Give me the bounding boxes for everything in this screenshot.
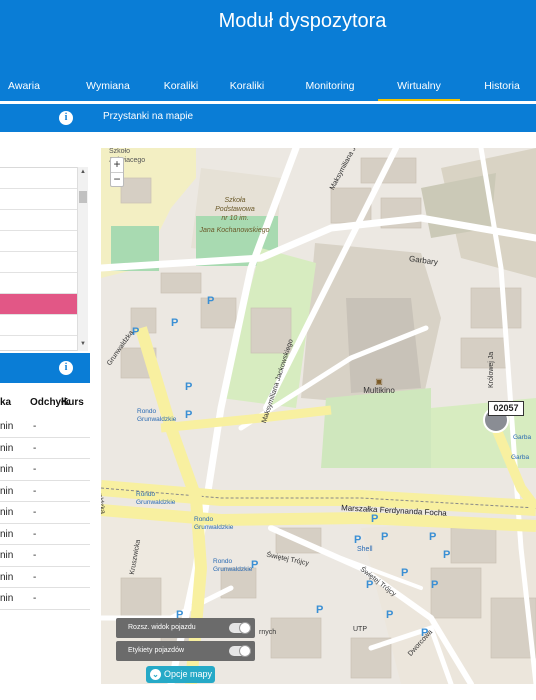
tab-koraliki-2[interactable]: Koraliki — [219, 73, 275, 101]
table-row[interactable]: nin - — [0, 545, 90, 567]
map[interactable]: PPP PPP PPP PPP PPP PPP Szkoło Jyświaceg… — [101, 148, 536, 684]
deviation-cell: - — [33, 442, 37, 454]
zoom-control: + − — [110, 157, 124, 187]
list-item[interactable] — [0, 315, 87, 336]
tab-koraliki-1[interactable]: Koraliki — [153, 73, 209, 101]
tab-awaria[interactable]: Awaria — [0, 73, 48, 101]
table-row[interactable]: nin - — [0, 502, 90, 524]
list-item[interactable] — [0, 210, 87, 231]
svg-text:P: P — [431, 579, 438, 591]
info-icon[interactable]: i — [59, 111, 73, 125]
app-header: Moduł dyspozytora — [0, 0, 536, 73]
list-item[interactable] — [0, 252, 87, 273]
svg-text:P: P — [401, 567, 408, 579]
table-row[interactable]: nin - — [0, 567, 90, 588]
deviation-cell: - — [33, 421, 37, 432]
tab-wymiana[interactable]: Wymiana — [78, 73, 138, 101]
list-item[interactable] — [0, 231, 87, 252]
deviation-cell: - — [33, 528, 37, 540]
time-cell: nin — [0, 485, 14, 497]
stop-label: Garba — [513, 434, 532, 441]
tab-historia[interactable]: Historia — [474, 73, 530, 101]
left-panel: ▲ ▼ i ka Odchyłk Kurs nin - nin - nin - nin - ni… — [0, 132, 94, 700]
stop-label: Garba — [511, 454, 530, 461]
page-title: Moduł dyspozytora — [218, 10, 387, 32]
list-item[interactable] — [0, 273, 87, 294]
time-cell: nin — [0, 593, 14, 604]
zoom-out-button[interactable]: − — [111, 172, 123, 186]
deviation-cell: - — [33, 485, 37, 497]
time-cell: nin — [0, 507, 14, 518]
table-row[interactable]: nin - — [0, 524, 90, 545]
cinema-icon: ▣ — [375, 377, 383, 386]
control-label: Rozsz. widok pojazdu — [128, 624, 196, 631]
svg-text:P: P — [354, 534, 361, 546]
time-cell: nin — [0, 528, 14, 540]
control-label: Etykiety pojazdów — [128, 647, 185, 654]
tab-wirtualny[interactable]: Wirtualny — [378, 73, 460, 101]
svg-text:P: P — [429, 531, 436, 543]
svg-text:P: P — [171, 317, 178, 329]
svg-text:P: P — [381, 531, 388, 543]
tab-monitoring[interactable]: Monitoring — [296, 73, 364, 101]
vehicle-labels-toggle[interactable] — [229, 645, 251, 657]
deviation-cell: - — [33, 571, 37, 583]
main-nav: Awaria Wymiana Koraliki Koraliki Monitor… — [0, 73, 536, 101]
table-row[interactable]: nin - — [0, 459, 90, 481]
table-row[interactable]: nin - — [0, 438, 90, 459]
stop-label: Rondo Grunwaldzkie — [194, 516, 234, 531]
info-icon[interactable]: i — [59, 361, 73, 375]
sub-header: i Przystanki na mapie — [0, 104, 536, 132]
table-row[interactable]: nin - — [0, 416, 90, 438]
stop-label: Rondo Grunwaldzkie — [213, 558, 253, 573]
poi-cinema: ▣ Multikino — [361, 377, 397, 395]
map-label: Szkoło — [109, 148, 131, 155]
time-cell: nin — [0, 421, 14, 432]
extended-view-toggle[interactable] — [229, 622, 251, 634]
stop-list[interactable] — [0, 167, 88, 351]
time-cell: nin — [0, 571, 14, 583]
section-title: Przystanki na mapie — [103, 111, 194, 122]
svg-text:P: P — [185, 381, 192, 393]
table-row[interactable]: nin - — [0, 588, 90, 610]
street-label: Królowej Ja — [488, 351, 495, 388]
table-row[interactable]: nin - — [0, 481, 90, 502]
deviation-cell: - — [33, 593, 37, 604]
column-header[interactable]: Kurs — [61, 397, 84, 408]
scroll-thumb[interactable] — [79, 191, 87, 203]
time-cell: nin — [0, 442, 14, 454]
map-options-button[interactable]: ⌄ Opcje mapy — [146, 666, 215, 683]
list-scrollbar[interactable]: ▲ ▼ — [77, 167, 88, 351]
zoom-in-button[interactable]: + — [111, 158, 123, 172]
poi-label: Shell — [357, 546, 373, 553]
chevron-down-icon: ⌄ — [150, 669, 161, 680]
svg-text:P: P — [386, 609, 393, 621]
map-label: Szkoła Podstawowa nr 10 im. — [215, 197, 255, 222]
list-item-selected[interactable] — [0, 294, 87, 315]
stop-label: Rondo Grunwaldzkie — [137, 408, 177, 423]
svg-text:P: P — [207, 295, 214, 307]
vehicles-header: i — [0, 353, 90, 383]
vehicle-labels-control: Etykiety pojazdów — [116, 641, 255, 661]
deviation-cell: - — [33, 464, 37, 475]
svg-text:P: P — [185, 409, 192, 421]
svg-text:P: P — [443, 549, 450, 561]
scroll-up-icon[interactable]: ▲ — [80, 169, 86, 175]
stop-label: Rondo Grunwaldzkie — [136, 491, 176, 506]
vehicle-label[interactable]: 02057 — [488, 401, 524, 416]
list-item[interactable] — [0, 189, 87, 210]
deviation-cell: - — [33, 507, 37, 518]
deviation-cell: - — [33, 550, 37, 561]
time-cell: nin — [0, 550, 14, 561]
svg-text:P: P — [316, 604, 323, 616]
list-item[interactable] — [0, 168, 87, 189]
extended-view-control: Rozsz. widok pojazdu — [116, 618, 255, 638]
scroll-down-icon[interactable]: ▼ — [80, 341, 86, 347]
column-header[interactable]: ka — [0, 397, 11, 408]
map-label: UTP — [353, 626, 367, 633]
map-label: Jana Kochanowskiego — [199, 227, 270, 234]
time-cell: nin — [0, 464, 14, 475]
svg-text:P: P — [371, 513, 378, 525]
map-label: rnych — [259, 629, 277, 636]
